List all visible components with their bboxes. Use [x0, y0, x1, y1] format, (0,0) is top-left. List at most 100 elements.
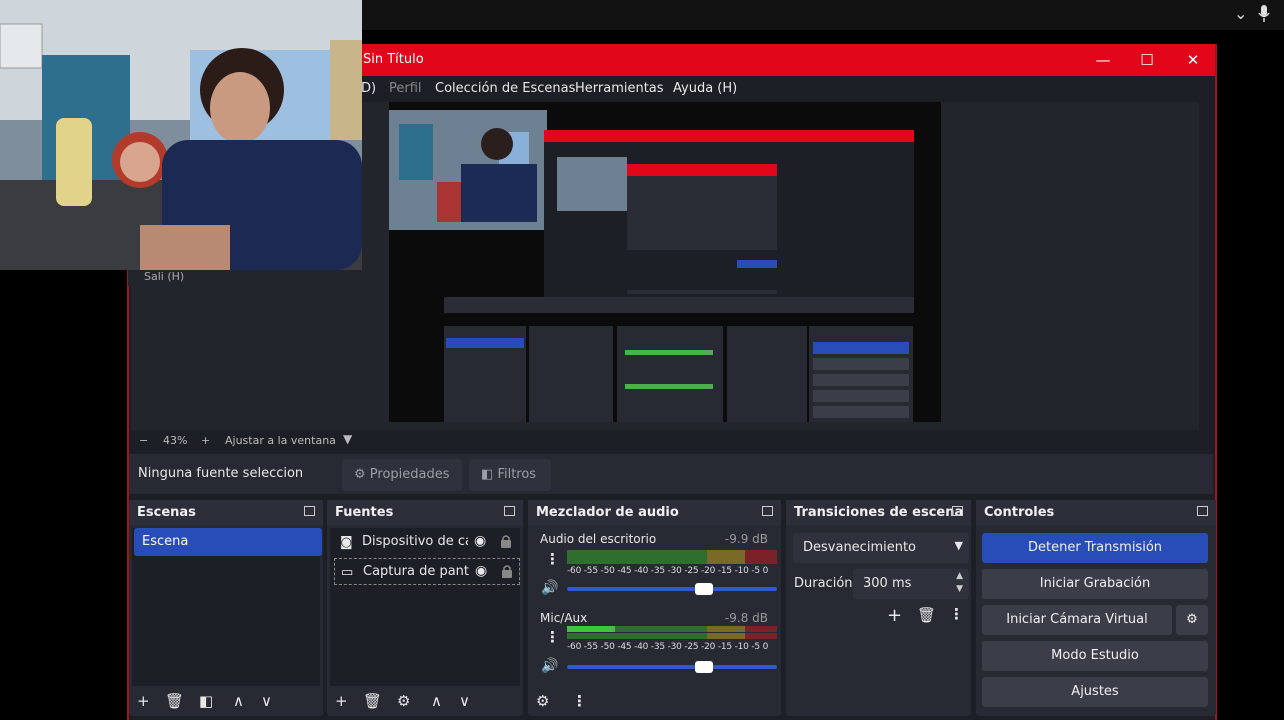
lock-icon[interactable] — [501, 564, 513, 578]
transitions-body: Desvanecimiento ▼ Duración 300 ms ▲ ▼ + 🗑… — [789, 528, 969, 686]
channel-db: -9.9 dB — [724, 532, 768, 546]
scenes-footer: + 🗑 ◧ ∧ ∨ — [129, 686, 323, 716]
volume-knob[interactable] — [695, 583, 713, 595]
trash-icon[interactable]: 🗑 — [917, 606, 936, 624]
chevron-down-icon: ▼ — [954, 539, 963, 552]
channel-db: -9.8 dB — [724, 611, 768, 625]
audio-mixer-dock: Mezclador de audio Audio del escritorio … — [528, 500, 781, 716]
speaker-icon[interactable]: 🔊 — [541, 580, 558, 596]
mixer-menu-icon[interactable]: ⋮ — [572, 692, 587, 710]
studio-mode-button[interactable]: Modo Estudio — [982, 641, 1208, 671]
monitor-icon: ▭ — [341, 565, 354, 580]
source-item[interactable]: ▭ Captura de pantalla ◉ — [334, 558, 520, 585]
duration-input[interactable]: 300 ms ▲ ▼ — [853, 569, 969, 599]
mixer-title: Mezclador de audio — [536, 505, 679, 520]
virtual-camera-button[interactable]: Iniciar Cámara Virtual — [982, 605, 1172, 635]
transition-value: Desvanecimiento — [803, 540, 917, 555]
speaker-icon[interactable]: 🔊 — [541, 658, 558, 674]
filter-icon[interactable]: ◧ — [199, 692, 213, 710]
add-icon[interactable]: + — [137, 692, 150, 710]
sources-list: ◙ Dispositivo de captura de video ◉ ▭ Ca… — [330, 528, 520, 686]
close-button[interactable]: ✕ — [1173, 48, 1213, 72]
float-icon[interactable] — [304, 506, 315, 516]
preview-canvas[interactable] — [389, 102, 941, 422]
menu-item-tools[interactable]: Herramientas — [575, 81, 664, 96]
trash-icon[interactable]: 🗑 — [363, 692, 382, 710]
recursive-preview-image — [389, 102, 941, 422]
menu-item-view[interactable]: D) — [361, 81, 376, 96]
volume-meter: -60 -55 -50 -45 -40 -35 -30 -25 -20 -15 … — [567, 550, 777, 576]
menu-item-scene-collection[interactable]: Colección de Escenas — [435, 81, 575, 96]
move-down-icon[interactable]: ∨ — [459, 692, 470, 710]
camera-icon: ◙ — [340, 535, 353, 550]
duration-label: Duración — [794, 576, 853, 591]
gear-icon[interactable]: ⚙ — [397, 692, 410, 710]
float-icon[interactable] — [952, 506, 963, 516]
channel-menu-icon[interactable]: ⋮ — [545, 550, 560, 568]
trash-icon[interactable]: 🗑 — [165, 692, 184, 710]
window-title: Sin Título — [363, 52, 424, 67]
maximize-button[interactable]: ☐ — [1127, 48, 1167, 72]
float-icon[interactable] — [762, 506, 773, 516]
properties-label: Propiedades — [369, 467, 450, 482]
volume-knob[interactable] — [695, 661, 713, 673]
filters-button[interactable]: ◧ Filtros — [469, 459, 551, 491]
transition-select[interactable]: Desvanecimiento ▼ — [793, 533, 969, 563]
move-up-icon[interactable]: ∧ — [431, 692, 442, 710]
source-item[interactable]: ◙ Dispositivo de captura de video ◉ — [334, 529, 520, 556]
scenes-list: Escena — [132, 528, 322, 686]
move-down-icon[interactable]: ∨ — [261, 692, 272, 710]
gear-icon: ⚙ — [354, 467, 366, 482]
float-icon[interactable] — [504, 506, 515, 516]
scenes-title: Escenas — [137, 505, 196, 520]
fit-to-window[interactable]: Ajustar a la ventana — [225, 434, 336, 447]
menu-item-help[interactable]: Ayuda (H) — [673, 81, 737, 96]
sources-footer: + 🗑 ⚙ ∧ ∨ — [327, 686, 523, 716]
stop-stream-button[interactable]: Detener Transmisión — [982, 533, 1208, 563]
add-icon[interactable]: + — [335, 692, 348, 710]
scenes-header: Escenas — [129, 500, 323, 525]
advanced-audio-gear-icon[interactable]: ⚙ — [536, 692, 549, 710]
volume-slider[interactable] — [567, 661, 777, 673]
virtual-camera-settings-button[interactable]: ⚙ — [1176, 605, 1208, 635]
chevron-down-icon[interactable]: ⌄ — [1234, 4, 1247, 23]
webcam-image — [0, 0, 362, 270]
zoom-out-button[interactable]: − — [139, 434, 148, 447]
webcam-caption: Sali (H) — [128, 270, 366, 286]
webcam-overlay — [0, 0, 362, 270]
zoom-dropdown-icon[interactable]: ▼ — [343, 432, 352, 446]
start-recording-button[interactable]: Iniciar Grabación — [982, 569, 1208, 599]
lock-icon[interactable] — [500, 534, 512, 548]
minimize-button[interactable]: — — [1083, 48, 1123, 72]
sources-title: Fuentes — [335, 505, 394, 520]
spin-arrows-icon[interactable]: ▲ ▼ — [956, 570, 963, 596]
source-toolbar: Ninguna fuente seleccionada ⚙ Propiedade… — [129, 454, 1213, 494]
controls-dock: Controles Detener Transmisión Iniciar Gr… — [976, 500, 1216, 716]
filters-label: Filtros — [497, 467, 537, 482]
menu-item-profile[interactable]: Perfil — [389, 81, 422, 96]
filter-icon: ◧ — [481, 467, 494, 482]
source-label: Dispositivo de captura de video — [362, 534, 468, 549]
transitions-dock: Transiciones de escena Desvanecimiento ▼… — [786, 500, 971, 716]
volume-slider[interactable] — [567, 583, 777, 595]
eye-icon[interactable]: ◉ — [475, 563, 487, 579]
move-up-icon[interactable]: ∧ — [233, 692, 244, 710]
volume-meter: -60 -55 -50 -45 -40 -35 -30 -25 -20 -15 … — [567, 626, 777, 652]
zoom-in-button[interactable]: + — [201, 434, 210, 447]
eye-icon[interactable]: ◉ — [474, 533, 486, 549]
channel-menu-icon[interactable]: ⋮ — [545, 628, 560, 646]
channel-name: Audio del escritorio — [540, 532, 657, 546]
float-icon[interactable] — [1197, 506, 1208, 516]
scene-item[interactable]: Escena — [134, 528, 322, 556]
transition-menu-icon[interactable]: ⋮ — [949, 605, 964, 623]
sources-header: Fuentes — [327, 500, 523, 525]
properties-button[interactable]: ⚙ Propiedades — [342, 459, 462, 491]
meter-ticks: -60 -55 -50 -45 -40 -35 -30 -25 -20 -15 … — [567, 566, 769, 576]
channel-name: Mic/Aux — [540, 611, 588, 625]
transitions-title: Transiciones de escena — [794, 505, 964, 520]
add-icon[interactable]: + — [887, 605, 902, 626]
settings-button[interactable]: Ajustes — [982, 677, 1208, 707]
meter-ticks: -60 -55 -50 -45 -40 -35 -30 -25 -20 -15 … — [567, 642, 769, 652]
microphone-icon[interactable] — [1258, 5, 1270, 23]
zoom-bar: − 43% + Ajustar a la ventana ▼ — [129, 430, 1215, 452]
